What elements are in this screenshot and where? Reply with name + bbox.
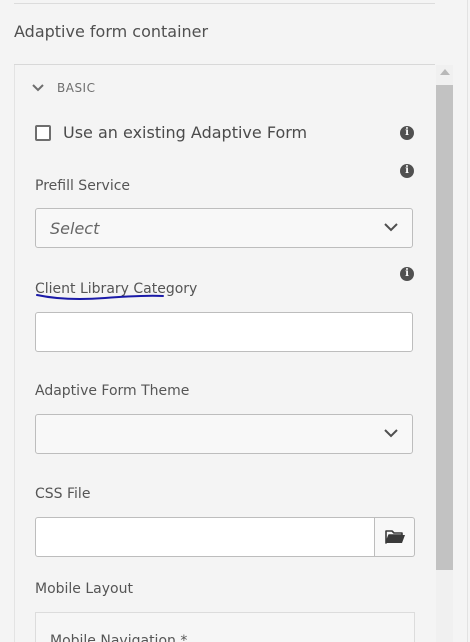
top-divider xyxy=(14,3,435,4)
use-existing-form-row[interactable]: Use an existing Adaptive Form xyxy=(35,123,307,142)
client-library-category-input[interactable] xyxy=(35,312,413,352)
info-icon[interactable]: i xyxy=(400,126,414,140)
mobile-layout-group: Mobile Navigation * xyxy=(35,612,415,642)
use-existing-form-checkbox[interactable] xyxy=(35,124,51,141)
chevron-down-icon xyxy=(32,84,44,92)
chevron-down-icon xyxy=(384,223,398,232)
prefill-service-label: Prefill Service xyxy=(35,178,131,194)
adaptive-form-theme-label: Adaptive Form Theme xyxy=(35,383,190,399)
info-icon[interactable]: i xyxy=(400,267,414,281)
section-label: BASIC xyxy=(57,81,96,95)
vertical-scrollbar[interactable] xyxy=(436,65,453,642)
folder-open-icon xyxy=(384,530,405,544)
mobile-navigation-label: Mobile Navigation * xyxy=(50,633,188,642)
annotation-underline xyxy=(36,294,164,300)
prefill-service-select[interactable]: Select xyxy=(35,208,413,248)
adaptive-form-theme-select[interactable] xyxy=(35,414,413,454)
section-basic-toggle[interactable]: BASIC xyxy=(31,81,95,95)
right-border xyxy=(467,0,468,642)
prefill-service-value: Select xyxy=(50,219,100,238)
info-icon[interactable]: i xyxy=(400,164,414,178)
scroll-up-arrow-icon[interactable] xyxy=(440,69,450,75)
browse-css-file-button[interactable] xyxy=(375,517,415,557)
properties-panel: BASIC Use an existing Adaptive Form i i … xyxy=(14,65,436,642)
scrollbar-thumb[interactable] xyxy=(436,85,453,570)
use-existing-form-label: Use an existing Adaptive Form xyxy=(63,123,308,142)
panel-title: Adaptive form container xyxy=(14,22,209,41)
css-file-input[interactable] xyxy=(35,517,375,557)
mobile-layout-label: Mobile Layout xyxy=(35,581,133,597)
chevron-down-icon xyxy=(384,429,398,438)
css-file-label: CSS File xyxy=(35,486,91,502)
